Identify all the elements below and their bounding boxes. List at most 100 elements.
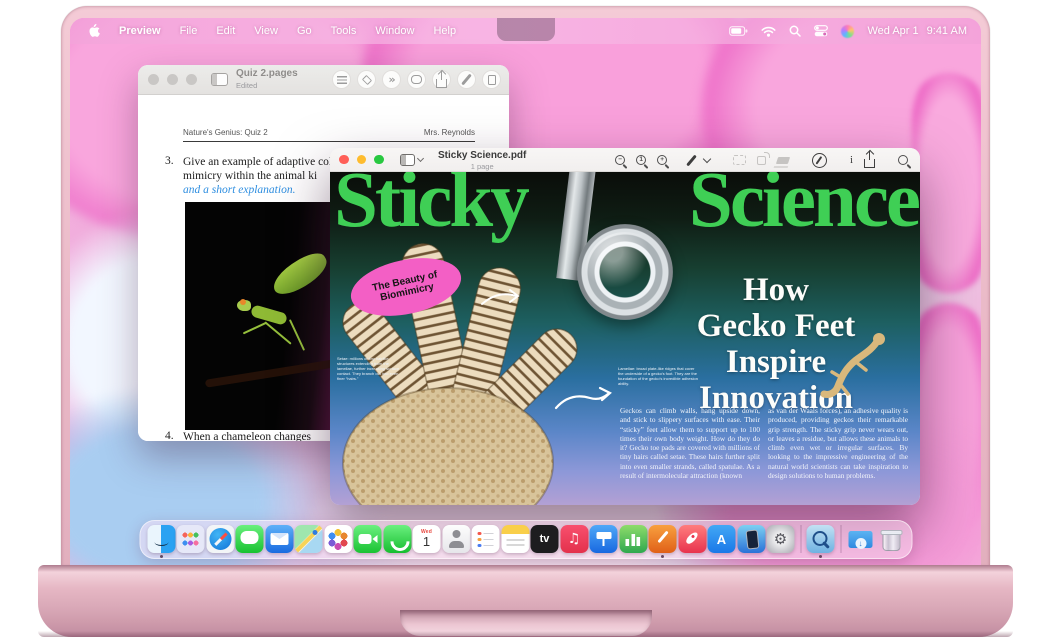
dock-pages-icon[interactable]	[649, 525, 677, 553]
dock-facetime-icon[interactable]	[354, 525, 382, 553]
dock-notes-icon[interactable]	[501, 525, 529, 553]
dock-downloads-icon[interactable]: ↓	[847, 525, 875, 553]
running-indicator	[819, 555, 822, 558]
dock-phone-icon[interactable]	[383, 525, 411, 553]
menu-help[interactable]: Help	[433, 25, 456, 37]
markup-pen-icon[interactable]	[690, 154, 693, 167]
battery-icon[interactable]	[729, 26, 748, 36]
wifi-icon[interactable]	[761, 26, 776, 37]
preview-titlebar[interactable]: Sticky Science.pdf 1 page − 1 + i	[330, 148, 920, 172]
doc-header-left: Nature's Genius: Quiz 2	[183, 128, 268, 137]
dock-mail-icon[interactable]	[265, 525, 293, 553]
sidebar-toggle-icon[interactable]	[211, 73, 228, 86]
dock-separator	[840, 525, 841, 553]
laptop-base	[38, 565, 1013, 637]
dock-appstore-icon[interactable]: A	[708, 525, 736, 553]
arrow-annotation	[478, 284, 522, 310]
sidebar-icon	[400, 154, 415, 166]
page-count: 1 page	[438, 161, 526, 172]
arrow-annotation	[552, 380, 614, 414]
insert-object-icon[interactable]	[357, 70, 376, 89]
lamellae-caption: Lamellae: broad plate-like ridges that c…	[618, 366, 700, 386]
close-button[interactable]	[148, 74, 159, 85]
annotate-icon[interactable]	[812, 153, 827, 168]
collaborate-icon[interactable]: »	[382, 70, 401, 89]
chevron-down-icon	[416, 155, 423, 162]
apple-menu-icon[interactable]	[88, 23, 100, 40]
document-settings-icon[interactable]	[482, 70, 501, 89]
dock-contacts-icon[interactable]	[442, 525, 470, 553]
dock-photos-icon[interactable]	[324, 525, 352, 553]
tape-roll-photo	[577, 224, 673, 320]
menu-edit[interactable]: Edit	[216, 25, 235, 37]
menu-view[interactable]: View	[254, 25, 278, 37]
share-icon[interactable]	[432, 70, 451, 89]
share-icon[interactable]	[864, 152, 875, 168]
status-date: Wed Apr 1	[867, 25, 918, 37]
markup-menu-chevron-icon[interactable]	[704, 159, 710, 162]
preview-window-title: Sticky Science.pdf 1 page	[438, 150, 526, 172]
menu-bar: Preview File Edit View Go Tools Window H…	[70, 18, 981, 44]
menu-go[interactable]: Go	[297, 25, 312, 37]
dock-trash-icon[interactable]	[876, 525, 904, 553]
macbook-display: Preview File Edit View Go Tools Window H…	[70, 18, 981, 565]
dock-reminders-icon[interactable]	[472, 525, 500, 553]
inspector-icon[interactable]: i	[850, 154, 853, 167]
dock-launchpad-icon[interactable]	[177, 525, 205, 553]
desktop-photo: Preview File Edit View Go Tools Window H…	[0, 0, 1051, 642]
rotate-left-icon[interactable]	[757, 156, 766, 165]
preview-window[interactable]: Sticky Science.pdf 1 page − 1 + i Sticky Sc…	[330, 148, 920, 505]
window-controls	[339, 155, 384, 165]
running-indicator	[661, 555, 664, 558]
close-button[interactable]	[339, 155, 349, 165]
zoom-button[interactable]	[374, 155, 384, 165]
menu-file[interactable]: File	[180, 25, 198, 37]
wallpaper-blob	[912, 73, 981, 293]
dock-iphone-mirroring-icon[interactable]	[737, 525, 765, 553]
pages-edited-status: Edited	[236, 80, 298, 92]
siri-icon[interactable]	[841, 25, 854, 38]
search-icon[interactable]	[898, 155, 908, 165]
doc-header-right: Mrs. Reynolds	[424, 128, 475, 137]
minimize-button[interactable]	[167, 74, 178, 85]
redact-icon[interactable]	[777, 157, 789, 164]
pages-toolbar: »	[332, 70, 501, 89]
dock-safari-icon[interactable]	[206, 525, 234, 553]
dock: Wed1 tv♫ A ⚙ ↓	[139, 520, 912, 559]
dock-maps-icon[interactable]	[295, 525, 323, 553]
minimize-button[interactable]	[357, 155, 367, 165]
pages-window-title: Quiz 2.pages Edited	[236, 68, 298, 92]
dock-settings-icon[interactable]: ⚙	[767, 525, 795, 553]
menu-tools[interactable]: Tools	[331, 25, 357, 37]
dock-numbers-icon[interactable]	[619, 525, 647, 553]
pdf-body-column-1: Geckos can climb walls, hang upside down…	[620, 406, 760, 480]
menu-app-name[interactable]: Preview	[119, 25, 161, 37]
menu-bar-clock[interactable]: Wed Apr 1 9:41 AM	[867, 25, 967, 37]
dock-calendar-icon[interactable]: Wed1	[413, 525, 441, 553]
format-pen-icon[interactable]	[457, 70, 476, 89]
view-options-icon[interactable]	[332, 70, 351, 89]
preview-toolbar: − 1 + i	[615, 148, 908, 172]
selection-tool-icon[interactable]	[733, 155, 746, 165]
zoom-button[interactable]	[186, 74, 197, 85]
control-center-icon[interactable]	[814, 25, 828, 37]
sidebar-toggle[interactable]	[400, 154, 423, 166]
running-indicator	[160, 555, 163, 558]
zoom-in-icon[interactable]: +	[657, 155, 667, 165]
pdf-body-column-2: as van der Waals forces), an adhesive qu…	[768, 406, 908, 480]
dock-keynote-icon[interactable]	[590, 525, 618, 553]
dock-messages-icon[interactable]	[236, 525, 264, 553]
zoom-out-icon[interactable]: −	[615, 155, 625, 165]
pages-titlebar[interactable]: Quiz 2.pages Edited »	[138, 65, 509, 95]
comments-icon[interactable]	[407, 70, 426, 89]
dock-games-icon[interactable]	[678, 525, 706, 553]
dock-preview-icon[interactable]	[807, 525, 835, 553]
question-3-number: 3.	[165, 155, 174, 167]
search-icon[interactable]	[789, 25, 801, 37]
dock-tv-icon[interactable]: tv	[531, 525, 559, 553]
dock-finder-icon[interactable]	[147, 525, 175, 553]
zoom-actual-size-icon[interactable]: 1	[636, 155, 646, 165]
dock-music-icon[interactable]: ♫	[560, 525, 588, 553]
status-time: 9:41 AM	[927, 25, 967, 37]
menu-window[interactable]: Window	[375, 25, 414, 37]
